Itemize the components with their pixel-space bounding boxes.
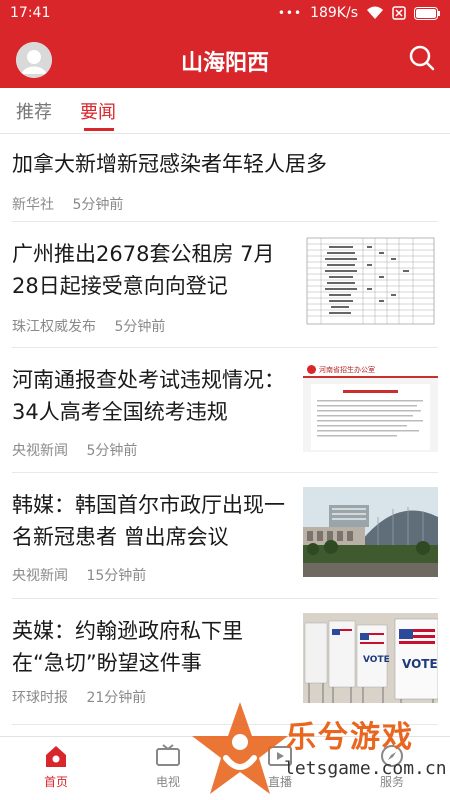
news-title-line: 在“急切”盼望这件事 xyxy=(12,651,202,675)
news-title: 韩媒：韩国首尔市政厅出现一 名新冠患者 曾出席会议 xyxy=(12,489,285,553)
search-button[interactable] xyxy=(408,44,436,72)
news-title-line: 英媒：约翰逊政府私下里 xyxy=(12,619,243,643)
news-source: 央视新闻 xyxy=(12,568,68,584)
news-title-line: 韩媒：韩国首尔市政厅出现一 xyxy=(12,493,285,517)
battery-icon xyxy=(414,6,440,20)
news-source: 环球时报 xyxy=(12,690,68,706)
live-icon xyxy=(268,746,292,766)
news-title: 河南通报查处考试违规情况： 34人高考全国统考违规 xyxy=(12,364,285,428)
news-thumbnail: 河南省招生办公室 xyxy=(303,362,438,452)
news-time: 5分钟前 xyxy=(86,443,138,459)
news-title: 加拿大新增新冠感染者年轻人居多 xyxy=(12,152,327,176)
news-title-line: 名新冠患者 曾出席会议 xyxy=(12,525,229,549)
nav-label: 首页 xyxy=(43,775,68,789)
notification-dots: ••• xyxy=(277,6,303,20)
news-item[interactable]: 广州推出2678套公租房 7月 28日起接受意向向登记 珠江权威发布 5分钟前 xyxy=(0,222,450,348)
nav-label: 直播 xyxy=(267,775,292,789)
news-source: 珠江权威发布 xyxy=(12,319,96,335)
news-time: 21分钟前 xyxy=(86,690,147,706)
news-item[interactable]: 加拿大新增新冠感染者年轻人居多 新华社 5分钟前 xyxy=(0,134,450,222)
page-title: 山海阳西 xyxy=(180,51,269,76)
nav-home[interactable]: 首页 xyxy=(21,743,91,790)
active-tab-indicator xyxy=(84,128,114,131)
news-meta: 央视新闻 5分钟前 xyxy=(12,440,137,460)
webpage-body-image xyxy=(311,384,430,450)
news-item[interactable]: 韩媒：韩国首尔市政厅出现一 名新冠患者 曾出席会议 央视新闻 15分钟前 xyxy=(0,473,450,599)
news-title-line: 河南通报查处考试违规情况： xyxy=(12,368,285,392)
news-meta: 央视新闻 15分钟前 xyxy=(12,565,146,585)
webpage-title: 河南省招生办公室 xyxy=(319,366,375,374)
nav-tv[interactable]: 电视 xyxy=(133,743,203,790)
home-icon xyxy=(46,746,66,767)
nav-live[interactable]: 直播 xyxy=(245,743,315,790)
no-sim-icon xyxy=(392,6,406,20)
category-tabs: 推荐 要闻 xyxy=(0,88,450,134)
status-bar: 17:41 ••• 189K/s xyxy=(0,0,450,28)
compass-icon xyxy=(381,745,403,767)
news-source: 新华社 xyxy=(12,197,54,213)
network-speed: 189K/s xyxy=(310,5,358,21)
emblem-icon xyxy=(307,365,316,374)
status-time: 17:41 xyxy=(10,5,51,21)
news-source: 央视新闻 xyxy=(12,443,68,459)
vote-sign-text: VOTE xyxy=(363,655,390,665)
tab-recommend[interactable]: 推荐 xyxy=(16,98,52,124)
bottom-navigation: 首页 电视 直播 服务 xyxy=(0,736,450,800)
vote-sign-text: VOTE xyxy=(402,657,438,671)
nav-service[interactable]: 服务 xyxy=(357,743,427,790)
news-title: 广州推出2678套公租房 7月 28日起接受意向向登记 xyxy=(12,238,274,302)
tv-icon xyxy=(156,744,180,766)
news-meta: 环球时报 21分钟前 xyxy=(12,687,146,707)
news-title-line: 34人高考全国统考违规 xyxy=(12,400,228,424)
nav-label: 服务 xyxy=(379,775,404,789)
news-time: 15分钟前 xyxy=(86,568,147,584)
city-hall-photo xyxy=(303,487,438,577)
news-time: 5分钟前 xyxy=(114,319,166,335)
news-item[interactable]: 英媒：约翰逊政府私下里 在“急切”盼望这件事 环球时报 21分钟前 VOTE V… xyxy=(0,599,450,725)
app-bar: 山海阳西 xyxy=(0,28,450,88)
news-thumbnail: VOTE VOTE xyxy=(303,613,438,703)
wifi-icon xyxy=(366,6,384,20)
news-meta: 新华社 5分钟前 xyxy=(12,194,123,214)
news-time: 5分钟前 xyxy=(72,197,124,213)
nav-label: 电视 xyxy=(155,775,180,789)
news-thumbnail xyxy=(303,236,438,326)
news-thumbnail xyxy=(303,487,438,577)
news-title-line: 广州推出2678套公租房 7月 xyxy=(12,242,275,266)
news-meta: 珠江权威发布 5分钟前 xyxy=(12,316,165,336)
search-icon xyxy=(409,45,435,71)
status-indicators: ••• 189K/s xyxy=(278,5,440,21)
divider xyxy=(12,724,438,725)
webpage-header: 河南省招生办公室 xyxy=(303,362,438,378)
app-header: 17:41 ••• 189K/s 山海阳西 xyxy=(0,0,450,88)
document-table-image xyxy=(303,236,438,326)
news-title: 英媒：约翰逊政府私下里 在“急切”盼望这件事 xyxy=(12,615,243,679)
news-item[interactable]: 河南通报查处考试违规情况： 34人高考全国统考违规 央视新闻 5分钟前 河南省招… xyxy=(0,348,450,473)
news-title-line: 28日起接受意向向登记 xyxy=(12,274,228,298)
tab-headlines[interactable]: 要闻 xyxy=(80,98,116,124)
